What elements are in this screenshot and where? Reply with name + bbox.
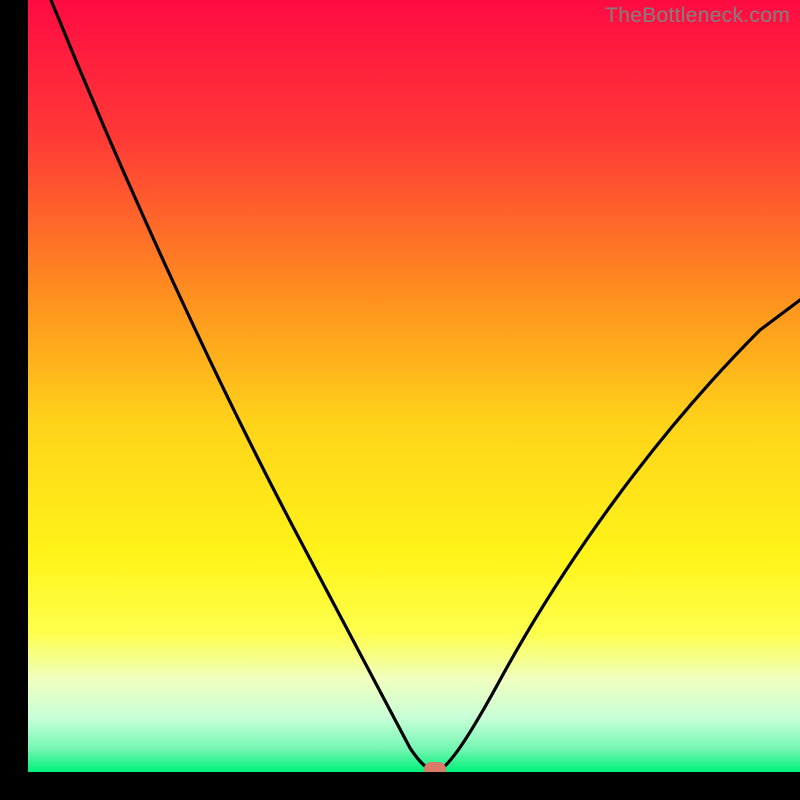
bottleneck-chart: TheBottleneck.com (0, 0, 800, 800)
watermark-text: TheBottleneck.com (605, 4, 790, 28)
chart-svg (0, 0, 800, 800)
frame-left (0, 0, 28, 800)
gradient-background (28, 0, 800, 772)
frame-bottom (0, 772, 800, 800)
